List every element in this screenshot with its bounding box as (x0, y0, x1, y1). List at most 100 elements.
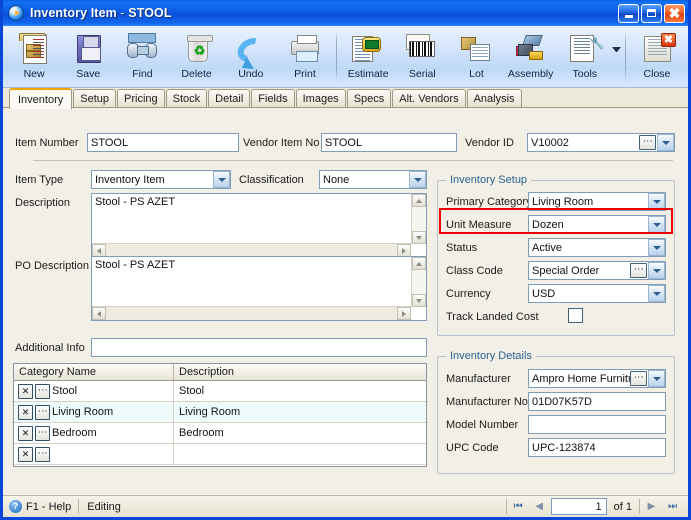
toolbar-button-tools[interactable]: 🔧 Tools (558, 29, 612, 85)
upc-code-input[interactable]: UPC-123874 (528, 438, 666, 457)
toolbar-button-print[interactable]: Print (278, 29, 332, 85)
item-type-combo[interactable]: Inventory Item (91, 170, 231, 189)
po-description-memo[interactable]: Stool - PS AZET (91, 256, 427, 321)
tab-label-detail: Detail (215, 93, 244, 105)
item-number-input[interactable]: STOOL (87, 133, 239, 152)
toolbar-button-undo[interactable]: Undo (224, 29, 278, 85)
toolbar-button-new[interactable]: New (7, 29, 61, 85)
tools-wrench-icon: 🔧 (567, 33, 605, 66)
track-landed-cost-checkbox[interactable] (568, 308, 583, 323)
next-record-icon[interactable]: ▶ (642, 498, 661, 515)
tools-dropdown-arrow-icon[interactable] (611, 47, 621, 52)
toolbar-button-find[interactable]: Find (115, 29, 169, 85)
previous-record-icon[interactable]: ◀ (530, 498, 549, 515)
column-header-category-name[interactable]: Category Name (14, 364, 174, 380)
title-bar: Inventory Item - STOOL ✖ (3, 0, 688, 26)
currency-combo[interactable]: USD (528, 284, 666, 303)
category-description-cell[interactable]: Bedroom (174, 427, 426, 439)
description-vertical-scrollbar[interactable] (411, 194, 426, 244)
additional-info-input[interactable] (91, 338, 427, 357)
manufacturer-dropdown-arrow-icon[interactable] (648, 370, 665, 387)
status-combo[interactable]: Active (528, 238, 666, 257)
lookup-row-icon[interactable]: ⋯ (35, 404, 50, 420)
table-row[interactable]: ✕ ⋯ Bedroom Bedroom (14, 423, 426, 444)
scroll-right-icon[interactable] (397, 307, 411, 320)
category-grid[interactable]: Category Name Description ✕ ⋯ Stool Stoo… (13, 363, 427, 467)
category-name-cell[interactable]: ✕ ⋯ Living Room (14, 402, 174, 422)
toolbar-button-close[interactable]: ✖ Close (630, 29, 684, 85)
description-horizontal-scrollbar[interactable] (92, 243, 411, 257)
tab-stock[interactable]: Stock (165, 89, 208, 108)
toolbar-button-lot[interactable]: Lot (449, 29, 503, 85)
tab-pricing[interactable]: Pricing (117, 89, 165, 108)
tab-setup[interactable]: Setup (73, 89, 116, 108)
help-hint[interactable]: ? F1 - Help (5, 500, 78, 513)
delete-row-icon[interactable]: ✕ (18, 404, 33, 420)
status-dropdown-arrow-icon[interactable] (648, 239, 665, 256)
lookup-row-icon[interactable]: ⋯ (35, 383, 50, 399)
record-navigator: ⏮ ◀ 1 of 1 ▶ ⏭ (505, 498, 686, 515)
class-code-combo[interactable]: Special Order ⋯ (528, 261, 666, 280)
tab-inventory[interactable]: Inventory (9, 88, 73, 109)
tab-alt-vendors[interactable]: Alt. Vendors (392, 89, 466, 108)
vendor-id-ellipsis-button[interactable]: ⋯ (639, 135, 656, 150)
tab-fields[interactable]: Fields (251, 89, 295, 108)
class-code-ellipsis-button[interactable]: ⋯ (630, 263, 647, 278)
category-description-cell[interactable]: Living Room (174, 406, 426, 418)
maximize-button[interactable] (641, 3, 662, 23)
description-memo[interactable]: Stool - PS AZET (91, 193, 427, 258)
tab-detail[interactable]: Detail (208, 89, 251, 108)
scroll-down-icon[interactable] (412, 231, 426, 244)
lookup-row-icon[interactable]: ⋯ (35, 446, 50, 462)
category-name-cell[interactable]: ✕ ⋯ Bedroom (14, 423, 174, 443)
unit-measure-combo[interactable]: Dozen (528, 215, 666, 234)
category-description-cell[interactable]: Stool (174, 385, 426, 397)
page-number-input[interactable]: 1 (550, 498, 607, 515)
window-title-document: STOOL (128, 6, 172, 20)
last-record-icon[interactable]: ⏭ (663, 498, 682, 515)
table-row[interactable]: ✕ ⋯ Stool Stool (14, 381, 426, 402)
tab-images[interactable]: Images (295, 89, 346, 108)
vendor-id-combo[interactable]: V10002 ⋯ (527, 133, 675, 152)
toolbar-button-save[interactable]: Save (61, 29, 115, 85)
tab-specs[interactable]: Specs (346, 89, 392, 108)
primary-category-dropdown-arrow-icon[interactable] (648, 193, 665, 210)
toolbar-button-assembly[interactable]: Assembly (504, 29, 558, 85)
toolbar-button-serial[interactable]: Serial (395, 29, 449, 85)
model-number-input[interactable] (528, 415, 666, 434)
unit-measure-dropdown-arrow-icon[interactable] (648, 216, 665, 233)
tab-analysis[interactable]: Analysis (466, 89, 522, 108)
delete-row-icon[interactable]: ✕ (18, 383, 33, 399)
scroll-left-icon[interactable] (92, 307, 106, 320)
classification-dropdown-arrow-icon[interactable] (409, 171, 426, 188)
window-title-main: Inventory Item (30, 6, 117, 20)
table-row[interactable]: ✕ ⋯ (14, 444, 426, 465)
currency-dropdown-arrow-icon[interactable] (648, 285, 665, 302)
vendor-item-no-input[interactable]: STOOL (321, 133, 457, 152)
column-header-description[interactable]: Description (174, 364, 426, 380)
minimize-button[interactable] (618, 3, 639, 23)
close-button[interactable]: ✖ (664, 3, 685, 23)
toolbar-button-estimate[interactable]: Estimate (341, 29, 395, 85)
class-code-dropdown-arrow-icon[interactable] (648, 262, 665, 279)
scroll-up-icon[interactable] (412, 257, 426, 270)
scroll-down-icon[interactable] (412, 294, 426, 307)
table-row[interactable]: ✕ ⋯ Living Room Living Room (14, 402, 426, 423)
item-type-dropdown-arrow-icon[interactable] (213, 171, 230, 188)
manufacturer-no-input[interactable]: 01D07K57D (528, 392, 666, 411)
po-description-vertical-scrollbar[interactable] (411, 257, 426, 307)
primary-category-combo[interactable]: Living Room (528, 192, 666, 211)
first-record-icon[interactable]: ⏮ (509, 498, 528, 515)
lookup-row-icon[interactable]: ⋯ (35, 425, 50, 441)
delete-row-icon[interactable]: ✕ (18, 425, 33, 441)
manufacturer-combo[interactable]: Ampro Home Furniture ⋯ (528, 369, 666, 388)
delete-row-icon[interactable]: ✕ (18, 446, 33, 462)
category-name-cell[interactable]: ✕ ⋯ Stool (14, 381, 174, 401)
scroll-up-icon[interactable] (412, 194, 426, 207)
classification-combo[interactable]: None (319, 170, 427, 189)
manufacturer-ellipsis-button[interactable]: ⋯ (630, 371, 647, 386)
vendor-id-dropdown-arrow-icon[interactable] (657, 134, 674, 151)
po-description-horizontal-scrollbar[interactable] (92, 306, 411, 320)
toolbar-button-delete[interactable]: ♻ Delete (170, 29, 224, 85)
category-name-cell[interactable]: ✕ ⋯ (14, 444, 174, 464)
